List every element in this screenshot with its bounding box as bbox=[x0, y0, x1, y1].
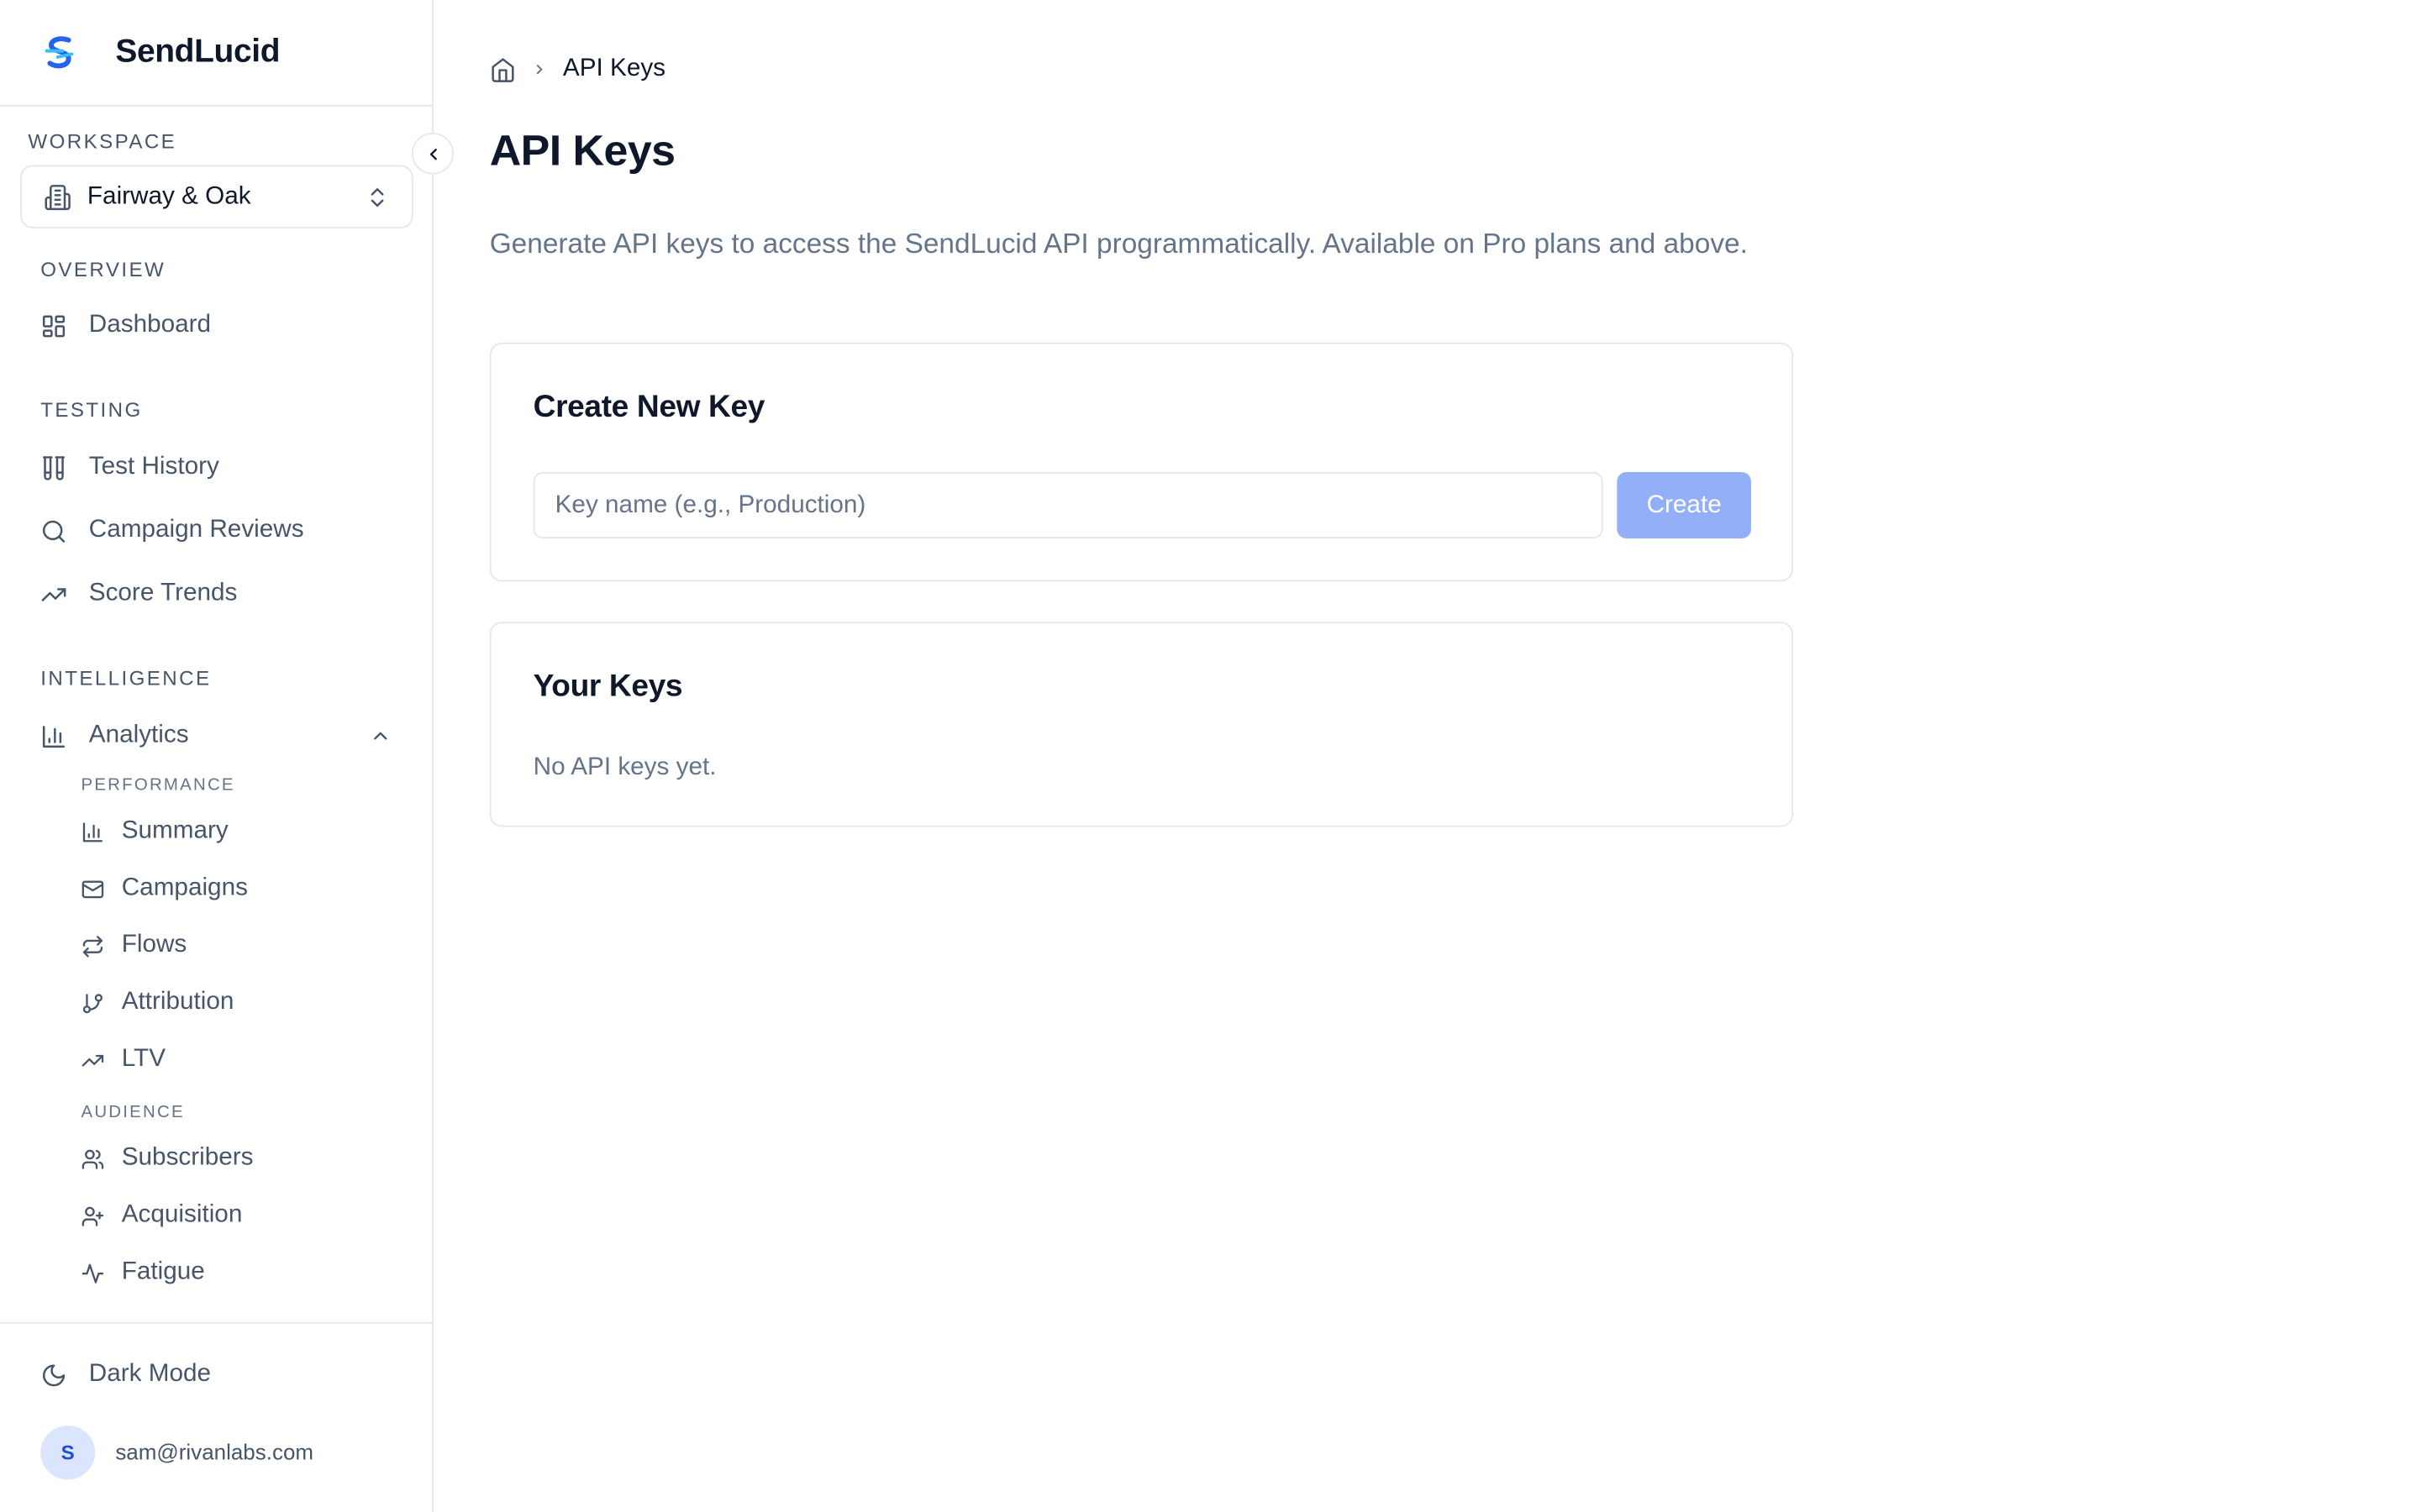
workspace-label: WORKSPACE bbox=[28, 129, 177, 153]
users-icon bbox=[82, 1148, 104, 1168]
dark-mode-toggle[interactable]: Dark Mode bbox=[40, 1356, 211, 1393]
nav-score-trends-label: Score Trends bbox=[88, 580, 238, 606]
nav-summary-label: Summary bbox=[121, 817, 229, 844]
breadcrumb: API Keys bbox=[490, 55, 666, 83]
repeat-icon bbox=[82, 935, 103, 957]
nav-summary[interactable]: Summary bbox=[81, 815, 229, 848]
empty-keys-message: No API keys yet. bbox=[533, 754, 717, 781]
nav-fatigue[interactable]: Fatigue bbox=[81, 1256, 205, 1289]
key-name-input[interactable] bbox=[533, 472, 1603, 539]
workspace-name: Fairway & Oak bbox=[87, 182, 251, 209]
nav-acquisition-label: Acquisition bbox=[121, 1201, 243, 1229]
nav-campaign-reviews-label: Campaign Reviews bbox=[88, 517, 304, 543]
intelligence-label: INTELLIGENCE bbox=[40, 666, 212, 690]
nav-flows-label: Flows bbox=[121, 932, 187, 958]
page-description: Generate API keys to access the SendLuci… bbox=[489, 228, 1748, 260]
collapse-sidebar-button[interactable] bbox=[411, 132, 455, 175]
dark-mode-label: Dark Mode bbox=[88, 1360, 211, 1388]
nav-acquisition[interactable]: Acquisition bbox=[81, 1199, 242, 1232]
moon-icon bbox=[42, 1363, 66, 1386]
nav-campaigns-label: Campaigns bbox=[121, 874, 248, 901]
audience-label: AUDIENCE bbox=[81, 1103, 185, 1122]
create-key-card: Create New Key Create bbox=[489, 342, 1794, 582]
breadcrumb-current: API Keys bbox=[562, 55, 666, 82]
nav-attribution[interactable]: Attribution bbox=[81, 986, 234, 1020]
your-keys-card: Your Keys No API keys yet. bbox=[489, 622, 1794, 827]
search-icon bbox=[42, 519, 66, 542]
home-icon[interactable] bbox=[490, 56, 517, 82]
sidebar-footer: Dark Mode S sam@rivanlabs.com bbox=[0, 1322, 433, 1512]
avatar[interactable]: S bbox=[40, 1425, 96, 1480]
performance-label: PERFORMANCE bbox=[81, 775, 235, 795]
nav-analytics-label: Analytics bbox=[88, 722, 189, 748]
bar-chart-icon bbox=[42, 725, 66, 748]
nav-ltv[interactable]: LTV bbox=[81, 1043, 166, 1077]
activity-icon bbox=[82, 1263, 104, 1283]
chevrons-up-down-icon bbox=[371, 188, 384, 207]
dashboard-icon bbox=[42, 314, 66, 337]
nav-analytics[interactable]: Analytics bbox=[40, 717, 189, 754]
sidebar: SendLucid WORKSPACE Fairway & Oak OVERVI… bbox=[0, 0, 434, 1512]
test-tubes-icon bbox=[42, 455, 66, 480]
workspace-select[interactable]: Fairway & Oak bbox=[20, 165, 413, 228]
user-email: sam@rivanlabs.com bbox=[115, 1439, 314, 1465]
chevron-right-icon bbox=[536, 65, 543, 75]
nav-attribution-label: Attribution bbox=[121, 989, 234, 1016]
chevron-up-icon[interactable] bbox=[370, 725, 392, 747]
overview-label: OVERVIEW bbox=[40, 257, 166, 281]
trending-up-icon bbox=[41, 587, 66, 601]
create-key-title: Create New Key bbox=[533, 390, 765, 425]
nav-fatigue-label: Fatigue bbox=[121, 1258, 205, 1285]
nav-campaign-reviews[interactable]: Campaign Reviews bbox=[40, 512, 304, 549]
main-content: API Keys API Keys Generate API keys to a… bbox=[435, 0, 2420, 1512]
nav-dashboard-label: Dashboard bbox=[88, 312, 212, 339]
trending-up-icon bbox=[82, 1053, 104, 1066]
mail-icon bbox=[82, 879, 104, 898]
sendlucid-logo-icon bbox=[45, 36, 74, 69]
nav-test-history[interactable]: Test History bbox=[40, 449, 219, 486]
user-plus-icon bbox=[82, 1205, 104, 1226]
nav-campaigns[interactable]: Campaigns bbox=[81, 872, 248, 906]
brand-name: SendLucid bbox=[115, 34, 281, 70]
nav-score-trends[interactable]: Score Trends bbox=[40, 575, 237, 612]
chevron-left-icon bbox=[429, 148, 436, 160]
bar-chart-icon bbox=[82, 822, 103, 842]
nav-ltv-label: LTV bbox=[121, 1046, 166, 1073]
nav-flows[interactable]: Flows bbox=[81, 929, 187, 963]
nav-subscribers-label: Subscribers bbox=[121, 1144, 254, 1172]
git-branch-icon bbox=[82, 993, 103, 1013]
your-keys-title: Your Keys bbox=[533, 669, 683, 704]
building-icon bbox=[45, 184, 71, 210]
nav-subscribers[interactable]: Subscribers bbox=[81, 1142, 254, 1175]
page-title: API Keys bbox=[489, 126, 676, 175]
create-key-button[interactable]: Create bbox=[1617, 472, 1751, 539]
testing-label: TESTING bbox=[40, 397, 143, 422]
brand[interactable]: SendLucid bbox=[0, 0, 433, 107]
nav-dashboard[interactable]: Dashboard bbox=[40, 307, 211, 344]
nav-test-history-label: Test History bbox=[88, 453, 219, 480]
